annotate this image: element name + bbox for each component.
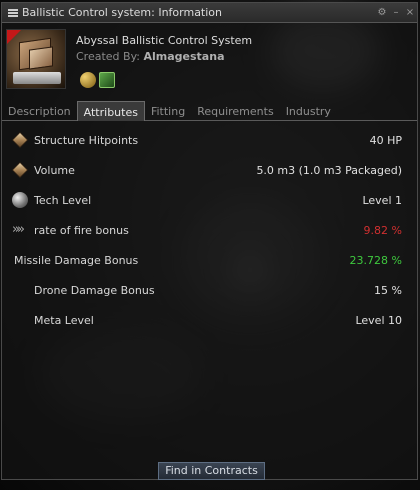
tab-fitting[interactable]: Fitting	[145, 101, 191, 121]
attribute-row-structure-hitpoints: Structure Hitpoints 40 HP	[2, 125, 417, 155]
window-titlebar[interactable]: Ballistic Control system: Information ⚙ …	[2, 3, 417, 23]
source-module-icon[interactable]	[99, 72, 115, 88]
info-corner-icon	[7, 30, 21, 44]
created-by-prefix: Created By:	[76, 50, 140, 63]
mutaplasmid-icon[interactable]	[80, 72, 96, 88]
attribute-row-rate-of-fire-bonus: »» rate of fire bonus 9.82 %	[2, 215, 417, 245]
tab-bar: Description Attributes Fitting Requireme…	[2, 101, 417, 121]
attribute-row-tech-level: Tech Level Level 1	[2, 185, 417, 215]
attribute-value-negative: 9.82 %	[363, 224, 402, 237]
attribute-row-volume: Volume 5.0 m3 (1.0 m3 Packaged)	[2, 155, 417, 185]
tab-requirements[interactable]: Requirements	[191, 101, 279, 121]
attribute-row-meta-level: Meta Level Level 10	[2, 305, 417, 335]
tech-level-icon	[12, 192, 28, 208]
attribute-label: Tech Level	[34, 194, 92, 207]
attribute-value: 40 HP	[369, 134, 402, 147]
item-header: Abyssal Ballistic Control System Created…	[2, 23, 417, 101]
attribute-value: 5.0 m3 (1.0 m3 Packaged)	[256, 164, 402, 177]
find-in-contracts-button[interactable]: Find in Contracts	[158, 462, 265, 480]
tab-description[interactable]: Description	[2, 101, 77, 121]
window-menu-icon[interactable]	[8, 8, 18, 17]
tab-attributes[interactable]: Attributes	[76, 101, 145, 121]
attribute-value: Level 10	[355, 314, 402, 327]
attribute-value-positive: 23.728 %	[349, 254, 402, 267]
attribute-label: rate of fire bonus	[34, 224, 129, 237]
attribute-label: Volume	[34, 164, 75, 177]
attribute-label: Structure Hitpoints	[34, 134, 139, 147]
minimize-icon[interactable]: –	[389, 7, 403, 18]
info-window: Ballistic Control system: Information ⚙ …	[1, 2, 418, 480]
window-title: Ballistic Control system: Information	[22, 6, 223, 19]
attribute-value: 15 %	[374, 284, 402, 297]
attribute-row-drone-damage-bonus: Drone Damage Bonus 15 %	[2, 275, 417, 305]
attribute-value: Level 1	[362, 194, 402, 207]
attribute-label: Meta Level	[34, 314, 94, 327]
created-by: Created By: Almagestana	[76, 50, 225, 63]
close-icon[interactable]: ×	[403, 7, 417, 18]
item-name: Abyssal Ballistic Control System	[76, 34, 253, 47]
attribute-list: Structure Hitpoints 40 HP Volume 5.0 m3 …	[2, 125, 417, 335]
cube-icon	[11, 161, 29, 179]
cube-icon	[11, 131, 29, 149]
item-icon[interactable]	[6, 29, 66, 89]
creator-name[interactable]: Almagestana	[144, 50, 225, 63]
rate-of-fire-icon: »»	[12, 222, 25, 237]
settings-icon[interactable]: ⚙	[375, 7, 389, 18]
attribute-row-missile-damage-bonus: Missile Damage Bonus 23.728 %	[2, 245, 417, 275]
attribute-label: Drone Damage Bonus	[34, 284, 155, 297]
tab-industry[interactable]: Industry	[280, 101, 337, 121]
attribute-label: Missile Damage Bonus	[14, 254, 139, 267]
